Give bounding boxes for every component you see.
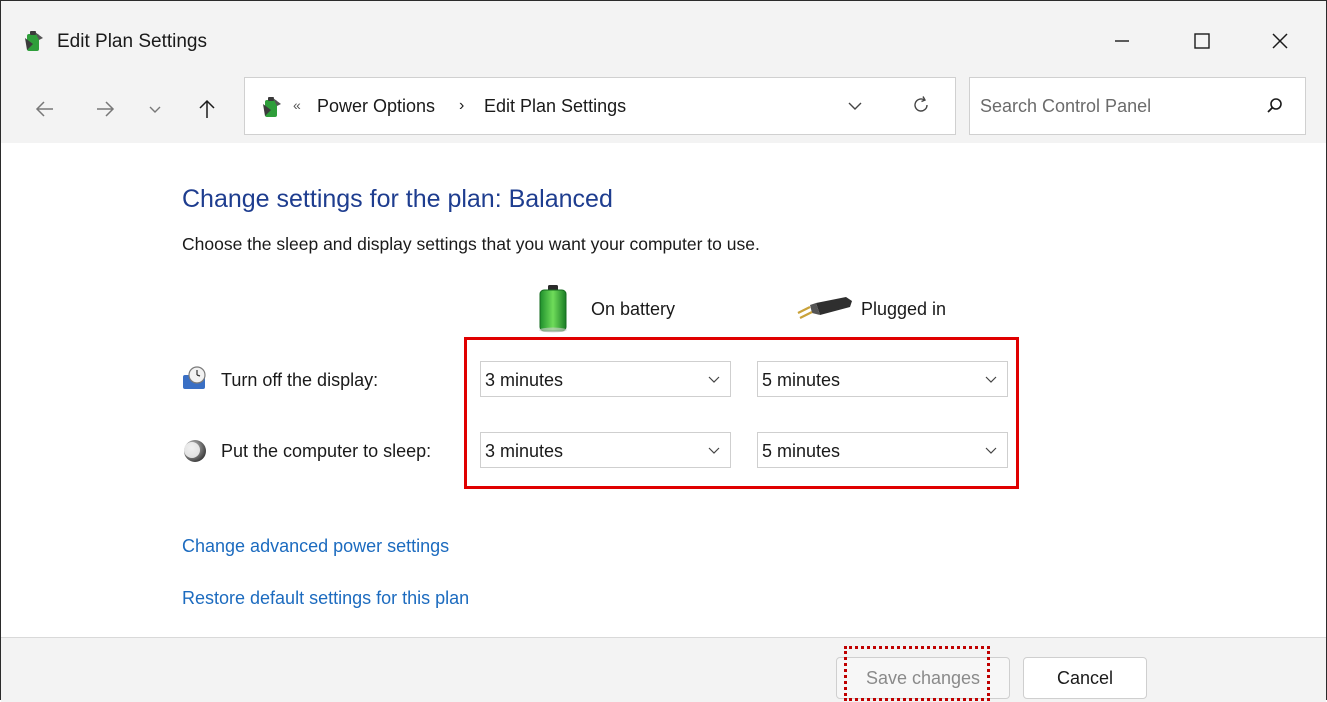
sleep-moon-icon [184, 440, 206, 462]
chevron-down-icon[interactable] [845, 96, 865, 116]
minimize-button[interactable] [1091, 23, 1153, 59]
search-input[interactable] [980, 92, 1250, 120]
chevron-down-icon [149, 106, 161, 113]
maximize-icon [1194, 33, 1210, 49]
refresh-icon[interactable] [910, 94, 932, 116]
battery-icon [539, 285, 567, 333]
close-button[interactable] [1249, 23, 1311, 59]
page-title: Change settings for the plan: Balanced [182, 185, 613, 213]
arrow-right-icon [97, 101, 115, 117]
put-computer-to-sleep-label: Put the computer to sleep: [221, 441, 432, 461]
close-icon [1272, 33, 1288, 49]
navigation-bar: « Power Options › Edit Plan Settings [1, 73, 1326, 143]
title-bar: Edit Plan Settings [1, 1, 1326, 73]
save-button-focus-annotation [844, 646, 990, 701]
search-icon[interactable] [1265, 96, 1285, 116]
page-description: Choose the sleep and display settings th… [182, 234, 760, 254]
address-bar[interactable]: « Power Options › Edit Plan Settings [244, 77, 956, 135]
arrow-up-icon [199, 99, 215, 118]
cancel-button[interactable]: Cancel [1023, 657, 1147, 699]
breadcrumb-overflow[interactable]: « [293, 97, 301, 113]
highlight-annotation-box [464, 337, 1019, 489]
on-battery-column-header: On battery [591, 299, 676, 319]
breadcrumb-edit-plan-settings[interactable]: Edit Plan Settings [484, 96, 626, 117]
up-button[interactable] [193, 95, 221, 123]
back-button[interactable] [31, 95, 59, 123]
maximize-button[interactable] [1171, 23, 1233, 59]
power-plug-icon [797, 297, 852, 319]
power-options-app-icon [25, 31, 43, 51]
plugged-in-column-header: Plugged in [861, 299, 947, 319]
display-timer-icon [183, 366, 206, 389]
arrow-left-icon [35, 101, 53, 117]
window-title: Edit Plan Settings [57, 31, 207, 52]
change-advanced-power-settings-link[interactable]: Change advanced power settings [182, 536, 449, 557]
forward-button[interactable] [91, 95, 119, 123]
breadcrumb-power-options[interactable]: Power Options [317, 96, 435, 117]
turn-off-display-label: Turn off the display: [221, 370, 379, 390]
power-options-icon [263, 97, 281, 117]
minimize-icon [1115, 40, 1129, 42]
search-box[interactable] [969, 77, 1306, 135]
breadcrumb-separator[interactable]: › [459, 97, 464, 115]
recent-locations-button[interactable] [141, 95, 169, 123]
edit-plan-settings-window: Edit Plan Settings « Power Options › Edi… [0, 0, 1327, 702]
restore-default-settings-link[interactable]: Restore default settings for this plan [182, 588, 469, 609]
dialog-footer: Save changes Cancel [1, 637, 1326, 702]
